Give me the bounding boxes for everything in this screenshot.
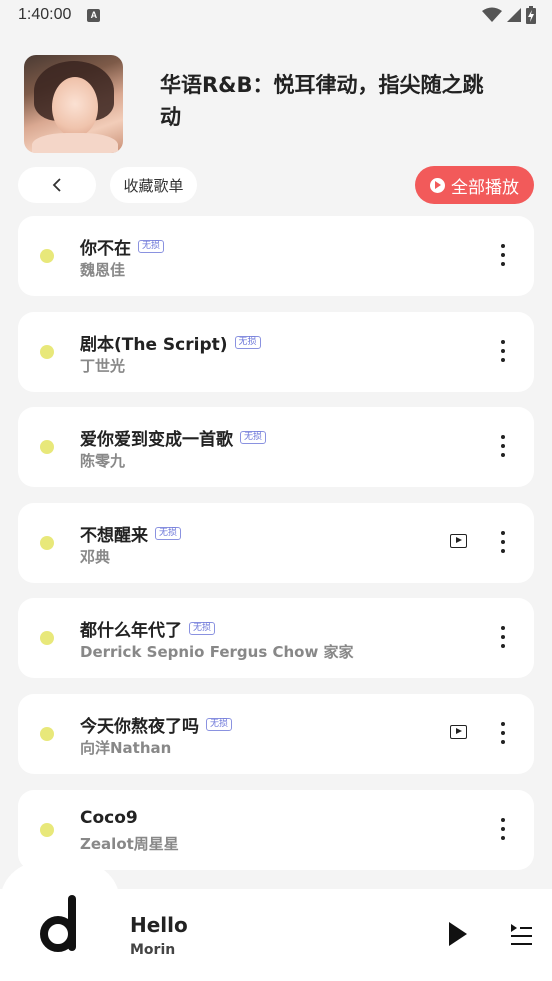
- song-title: 今天你熬夜了吗: [80, 716, 199, 737]
- lossless-badge: 无损: [206, 717, 233, 731]
- play-all-button[interactable]: 全部播放: [415, 166, 534, 204]
- song-artist: Derrick Sepnio Fergus Chow 家家: [80, 643, 354, 662]
- song-row[interactable]: 不想醒来 无损 邓典: [18, 502, 534, 583]
- song-artist: 邓典: [80, 547, 111, 566]
- song-status-dot: [40, 440, 54, 455]
- lossless-badge: 无损: [234, 335, 261, 349]
- song-artist: 丁世光: [80, 356, 126, 375]
- playlist-title: 华语R&B：悦耳律动，指尖随之跳动: [160, 73, 484, 129]
- lossless-badge: 无损: [189, 622, 216, 636]
- more-options-icon[interactable]: [496, 721, 510, 744]
- favorite-playlist-button[interactable]: 收藏歌单: [110, 167, 197, 203]
- song-artist: Zealot周星星: [80, 834, 179, 853]
- music-video-icon[interactable]: [450, 724, 467, 739]
- song-title: 剧本(The Script): [80, 334, 228, 355]
- song-row[interactable]: 今天你熬夜了吗 无损 向洋Nathan: [18, 693, 534, 774]
- lossless-badge: 无损: [155, 526, 182, 540]
- lossless-badge: 无损: [138, 240, 165, 253]
- song-artist: 魏恩佳: [80, 261, 126, 279]
- song-artist: 向洋Nathan: [80, 738, 172, 757]
- more-options-icon[interactable]: [496, 817, 510, 840]
- more-options-icon[interactable]: [496, 244, 510, 266]
- more-options-icon[interactable]: [496, 339, 510, 362]
- notification-badge-icon: A: [87, 8, 101, 22]
- song-title: 你不在: [80, 239, 131, 259]
- song-row[interactable]: 剧本(The Script) 无损 丁世光: [18, 311, 534, 392]
- song-status-dot: [40, 249, 54, 263]
- song-artist: 陈零九: [80, 452, 126, 471]
- back-button[interactable]: [18, 167, 96, 203]
- playlist-header: 华语R&B：悦耳律动，指尖随之跳动: [24, 55, 534, 153]
- more-options-icon[interactable]: [496, 626, 510, 649]
- play-icon[interactable]: [449, 922, 467, 946]
- now-playing-title: Hello: [130, 913, 188, 937]
- song-status-dot: [40, 822, 54, 837]
- song-status-dot: [40, 631, 54, 646]
- status-time: 1:40:00: [18, 6, 72, 23]
- more-options-icon[interactable]: [496, 435, 510, 458]
- song-title: 不想醒来: [80, 525, 148, 546]
- song-title: 都什么年代了: [80, 621, 182, 642]
- play-circle-icon: [430, 177, 445, 193]
- song-list: 你不在 无损 魏恩佳 剧本(The Script) 无损 丁世光 爱你爱到变成一…: [18, 216, 534, 885]
- wifi-icon: [482, 7, 502, 22]
- app-logo-icon: [40, 895, 76, 952]
- now-playing-bar[interactable]: [0, 889, 552, 981]
- song-title: Coco9: [80, 807, 138, 828]
- play-all-label: 全部播放: [451, 177, 519, 198]
- song-row[interactable]: 爱你爱到变成一首歌 无损 陈零九: [18, 407, 534, 488]
- more-options-icon[interactable]: [496, 530, 510, 553]
- song-row[interactable]: 都什么年代了 无损 Derrick Sepnio Fergus Chow 家家: [18, 598, 534, 679]
- song-title: 爱你爱到变成一首歌: [80, 430, 233, 451]
- playlist-cover-image: [24, 55, 123, 153]
- song-status-dot: [40, 344, 54, 359]
- playlist-queue-icon[interactable]: [508, 922, 534, 946]
- song-status-dot: [40, 535, 54, 550]
- music-video-icon[interactable]: [450, 533, 467, 548]
- song-row[interactable]: Coco9 Zealot周星星: [18, 789, 534, 870]
- chevron-left-icon: [52, 178, 61, 192]
- playlist-actions: 收藏歌单 全部播放: [18, 166, 534, 204]
- lossless-badge: 无损: [240, 431, 267, 445]
- cellular-signal-icon: [507, 8, 521, 22]
- song-row[interactable]: 你不在 无损 魏恩佳: [18, 216, 534, 296]
- now-playing-artist: Morin: [130, 942, 176, 958]
- status-bar: 1:40:00 A: [0, 0, 552, 30]
- song-status-dot: [40, 726, 54, 741]
- battery-icon: [526, 6, 536, 24]
